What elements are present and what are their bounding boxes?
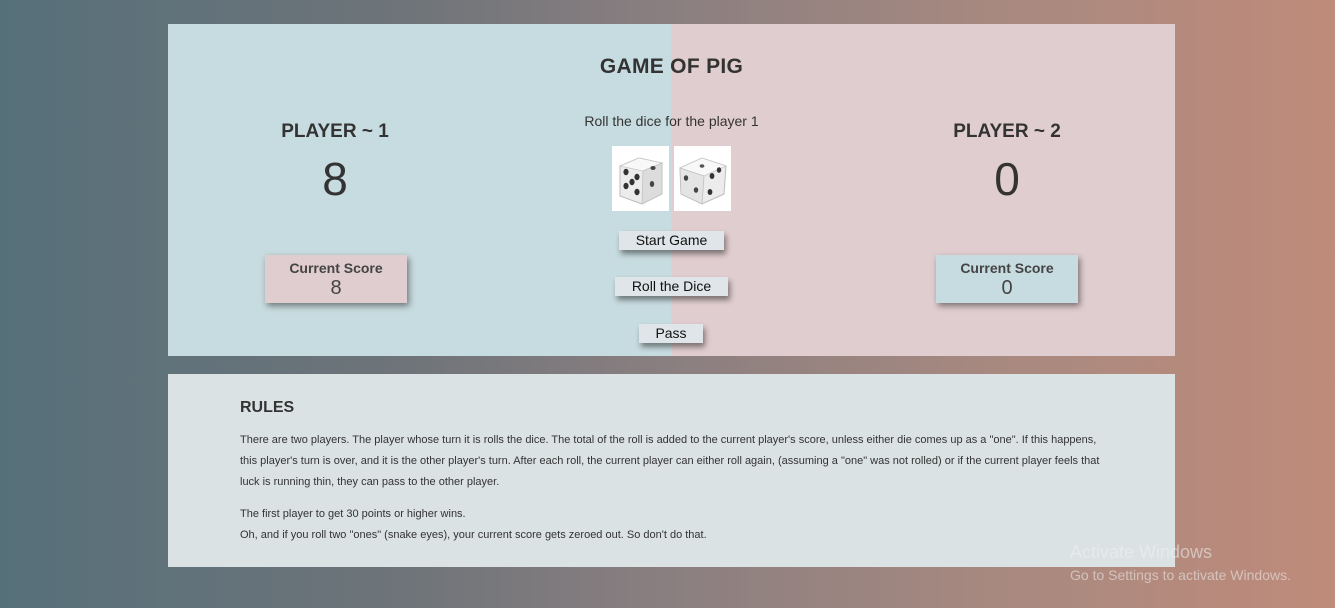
player-1-current-score-label: Current Score xyxy=(289,260,383,276)
watermark-title: Activate Windows xyxy=(1070,542,1213,562)
player-2-current-score-value: 0 xyxy=(1001,277,1013,299)
pass-button[interactable]: Pass xyxy=(639,324,703,343)
rules-panel: RULES There are two players. The player … xyxy=(168,374,1175,567)
die-one-image xyxy=(612,146,669,211)
game-board: GAME OF PIG PLAYER ~ 1 8 Current Score 8… xyxy=(168,24,1175,356)
watermark-subtitle: Go to Settings to activate Windows. xyxy=(1070,567,1291,583)
player-2-current-score-label: Current Score xyxy=(960,260,1054,276)
start-game-button[interactable]: Start Game xyxy=(619,231,724,250)
roll-dice-button[interactable]: Roll the Dice xyxy=(615,277,728,296)
player-2-total-score: 0 xyxy=(994,153,1020,205)
player-1-current-score-value: 8 xyxy=(330,277,342,299)
player-1-current-score-box: Current Score 8 xyxy=(265,255,407,303)
rules-paragraph: Oh, and if you roll two "ones" (snake ey… xyxy=(240,529,707,541)
player-1-total-score: 8 xyxy=(322,153,348,205)
activate-windows-watermark: Activate Windows Go to Settings to activ… xyxy=(1070,542,1291,583)
turn-message: Roll the dice for the player 1 xyxy=(584,113,759,129)
rules-text: There are two players. The player whose … xyxy=(240,430,1110,546)
rules-title: RULES xyxy=(240,399,295,416)
rules-paragraph: The first player to get 30 points or hig… xyxy=(240,508,466,520)
die-two-image xyxy=(674,146,731,211)
game-title: GAME OF PIG xyxy=(599,55,744,78)
rules-paragraph: There are two players. The player whose … xyxy=(240,434,1100,488)
player-2-current-score-box: Current Score 0 xyxy=(936,255,1078,303)
